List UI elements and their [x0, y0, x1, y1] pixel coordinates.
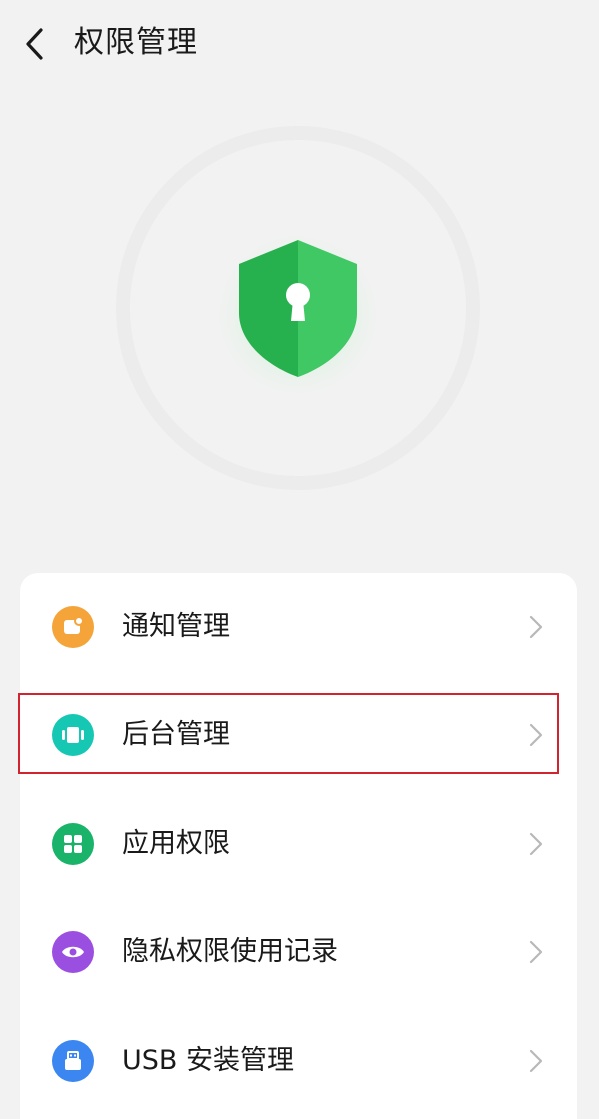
- chevron-right-icon: [529, 1049, 543, 1073]
- page-title: 权限管理: [74, 25, 198, 60]
- permission-menu-card: 通知管理 后台管理 应用权限 隐私权限使用记录 USB 安装管理: [20, 573, 577, 1119]
- app-header: 权限管理: [0, 0, 599, 86]
- chevron-right-icon: [529, 832, 543, 856]
- menu-item-label: 后台管理: [122, 719, 230, 750]
- menu-item-notification-management[interactable]: 通知管理: [20, 573, 577, 681]
- menu-item-usb-install-management[interactable]: USB 安装管理: [20, 1007, 577, 1115]
- app-grid-icon: [52, 823, 94, 865]
- back-button[interactable]: [14, 24, 54, 64]
- menu-item-app-permissions[interactable]: 应用权限: [20, 790, 577, 898]
- usb-icon: [52, 1040, 94, 1082]
- permission-shield-graphic: [115, 125, 481, 491]
- eye-icon: [52, 931, 94, 973]
- menu-item-label: 通知管理: [122, 611, 230, 642]
- menu-item-label: USB 安装管理: [122, 1045, 295, 1076]
- chevron-right-icon: [529, 723, 543, 747]
- notification-icon: [52, 606, 94, 648]
- chevron-right-icon: [529, 615, 543, 639]
- menu-item-background-management[interactable]: 后台管理: [20, 681, 577, 789]
- chevron-right-icon: [529, 940, 543, 964]
- chevron-left-icon: [26, 28, 43, 60]
- background-apps-icon: [52, 714, 94, 756]
- menu-item-label: 应用权限: [122, 828, 230, 859]
- menu-item-privacy-permission-usage-log[interactable]: 隐私权限使用记录: [20, 898, 577, 1006]
- menu-item-label: 隐私权限使用记录: [122, 936, 338, 967]
